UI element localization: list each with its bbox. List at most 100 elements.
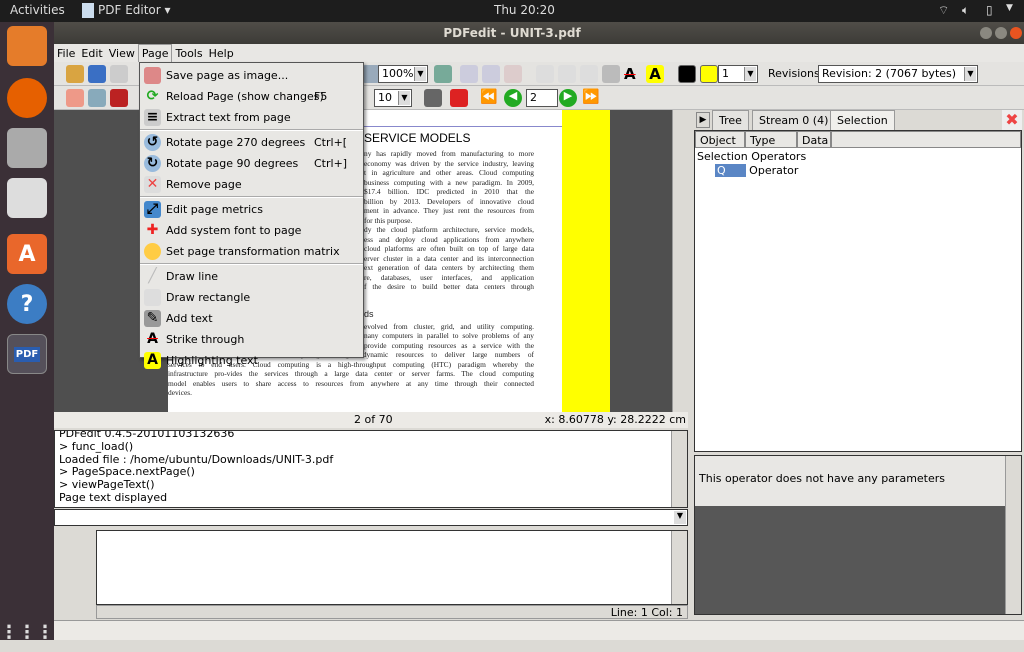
- menu-item-reload[interactable]: ⟳ Reload Page (show changes) F5: [140, 86, 363, 107]
- command-input[interactable]: ▼: [54, 509, 688, 526]
- add-text-icon[interactable]: [602, 65, 620, 83]
- activities-button[interactable]: Activities: [10, 3, 65, 17]
- console-line: > func_load(): [59, 439, 134, 453]
- menu-item-add-font[interactable]: ✚ Add system font to page: [140, 220, 363, 241]
- menu-edit[interactable]: Edit: [78, 45, 105, 63]
- font-size-select[interactable]: 10 ▼: [374, 89, 412, 107]
- arrow-icon[interactable]: [558, 65, 576, 83]
- strike-icon: A: [147, 331, 158, 347]
- menu-file[interactable]: File: [54, 45, 78, 63]
- link-icon[interactable]: [450, 89, 468, 107]
- dock-rhythmbox-icon[interactable]: [7, 178, 47, 218]
- font-icon[interactable]: [88, 89, 106, 107]
- dock-files-icon[interactable]: [7, 128, 47, 168]
- zoom-fit-icon[interactable]: [434, 65, 452, 83]
- close-button[interactable]: [1010, 27, 1022, 39]
- menu-tools[interactable]: Tools: [172, 45, 205, 63]
- properties-scrollbar[interactable]: [1005, 456, 1021, 614]
- close-panel-icon[interactable]: ✖: [1002, 110, 1022, 130]
- console-scrollbar[interactable]: [671, 431, 687, 507]
- highlight-annotation[interactable]: [562, 110, 610, 412]
- show-applications-icon[interactable]: ⋮⋮⋮: [0, 612, 54, 652]
- column-object[interactable]: Object: [695, 131, 745, 148]
- maximize-button[interactable]: [995, 27, 1007, 39]
- page-number-input[interactable]: 2: [526, 89, 558, 107]
- object-tree[interactable]: Object Type Data Selection Operators Q O…: [694, 130, 1022, 452]
- menu-item-add-text[interactable]: ✎ Add text: [140, 308, 363, 329]
- next-page-icon[interactable]: ▶: [559, 89, 577, 107]
- dock-firefox-icon[interactable]: [7, 78, 47, 118]
- menu-item-page-metrics[interactable]: ⤢ Edit page metrics: [140, 199, 363, 220]
- delete-page-icon[interactable]: [504, 65, 522, 83]
- stroke-color-button[interactable]: [678, 65, 696, 83]
- menu-item-label: Extract text from page: [166, 111, 291, 124]
- rectangle-icon[interactable]: [580, 65, 598, 83]
- matrix-icon: [144, 243, 161, 260]
- dock-installer-icon[interactable]: [7, 26, 47, 66]
- battery-icon[interactable]: ▯: [986, 3, 993, 17]
- panel-toggle-icon[interactable]: ▶: [696, 112, 710, 128]
- command-history-dropdown[interactable]: ▼: [674, 511, 686, 524]
- menu-item-label: Set page transformation matrix: [166, 245, 340, 258]
- last-page-icon[interactable]: ⏩: [582, 89, 600, 107]
- menu-item-highlight[interactable]: A Highlighting text: [140, 350, 363, 371]
- menu-view[interactable]: View: [106, 45, 138, 63]
- main-status-bar: [54, 620, 1024, 640]
- save-icon[interactable]: [88, 65, 106, 83]
- menu-help[interactable]: Help: [206, 45, 237, 63]
- console-output[interactable]: PDFedit 0.4.5-20101103132636 > func_load…: [54, 430, 688, 508]
- volume-icon[interactable]: 🔈︎: [962, 3, 969, 18]
- menu-item-image[interactable]: Save page as image...: [140, 65, 363, 86]
- wifi-icon[interactable]: ⌔: [938, 3, 949, 18]
- draw-line-icon[interactable]: [536, 65, 554, 83]
- wrench-icon[interactable]: [110, 65, 128, 83]
- menu-item-strike[interactable]: A Strike through: [140, 329, 363, 350]
- dock-pdf-editor-icon[interactable]: PDF: [7, 334, 47, 374]
- menu-item-remove-page[interactable]: ✕ Remove page: [140, 174, 363, 195]
- view-scrollbar[interactable]: [672, 110, 688, 412]
- script-editor[interactable]: [96, 530, 688, 605]
- tree-row[interactable]: Selection Operators: [697, 150, 806, 163]
- menu-item-matrix[interactable]: Set page transformation matrix: [140, 241, 363, 262]
- dock-help-icon[interactable]: ?: [7, 284, 47, 324]
- colors-icon[interactable]: [66, 89, 84, 107]
- clock[interactable]: Thu 20:20: [494, 3, 555, 17]
- doc-line: ment in advance. They just rent the reso…: [364, 206, 534, 215]
- add-font-icon: ✚: [146, 222, 159, 238]
- dock-software-icon[interactable]: A: [7, 234, 47, 274]
- menu-page[interactable]: Page: [137, 44, 173, 63]
- menu-item-extract-text[interactable]: ≡ Extract text from page: [140, 107, 363, 128]
- menu-item-rotate-right[interactable]: ↻ Rotate page 90 degrees Ctrl+]: [140, 153, 363, 174]
- first-page-icon[interactable]: ⏪: [480, 89, 498, 107]
- zoom-select[interactable]: 100% ▼: [378, 65, 428, 83]
- column-data[interactable]: Data: [797, 131, 831, 148]
- doc-line: ess and deploy cloud applications from a…: [364, 234, 534, 244]
- app-menu[interactable]: PDF Editor ▾: [98, 3, 171, 17]
- revision-select[interactable]: Revision: 2 (7067 bytes) ▼: [818, 65, 978, 83]
- prev-page-icon[interactable]: ◀: [504, 89, 522, 107]
- tab-stream[interactable]: Stream 0 (4): [752, 110, 836, 130]
- tree-row[interactable]: Q Operator: [715, 164, 798, 177]
- editor-scrollbar[interactable]: [671, 531, 687, 604]
- strike-through-icon[interactable]: A: [624, 65, 642, 83]
- menu-separator: [140, 263, 363, 265]
- line-width-select[interactable]: 1 ▼: [718, 65, 758, 83]
- add-page-icon[interactable]: [460, 65, 478, 83]
- system-menu-arrow-icon[interactable]: ▼: [1006, 3, 1013, 13]
- minimize-button[interactable]: [980, 27, 992, 39]
- fill-color-button[interactable]: [700, 65, 718, 83]
- menu-item-rectangle[interactable]: Draw rectangle: [140, 287, 363, 308]
- highlight-icon[interactable]: A: [646, 65, 664, 83]
- annotation-icon[interactable]: [424, 89, 442, 107]
- menu-item-rotate-left[interactable]: ↺ Rotate page 270 degrees Ctrl+[: [140, 132, 363, 153]
- doc-line: re, databases, user interfaces, and appl…: [364, 272, 534, 282]
- insert-page-icon[interactable]: [482, 65, 500, 83]
- tab-selection[interactable]: Selection: [830, 110, 895, 130]
- menu-item-label: Edit page metrics: [166, 203, 263, 216]
- barcode-icon[interactable]: [110, 89, 128, 107]
- tab-tree[interactable]: Tree: [712, 110, 749, 130]
- column-type[interactable]: Type: [745, 131, 797, 148]
- menu-item-line[interactable]: ╱ Draw line: [140, 266, 363, 287]
- open-icon[interactable]: [66, 65, 84, 83]
- doc-line: $17.4 billion. IDC predicted in 2010 tha…: [364, 187, 534, 196]
